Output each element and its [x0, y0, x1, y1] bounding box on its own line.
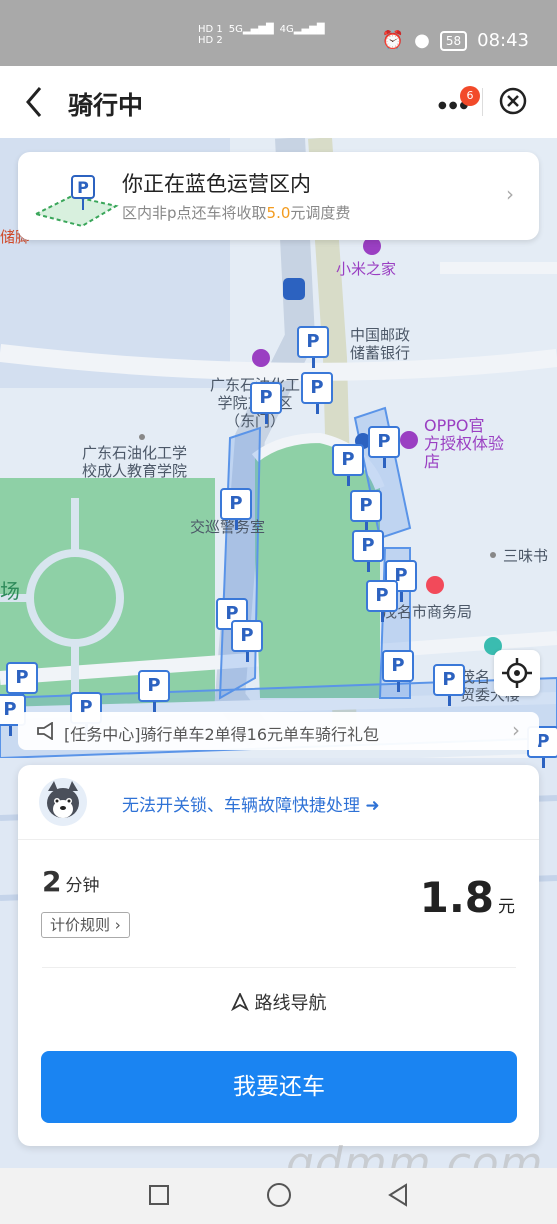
navigation-arrow-icon [230, 991, 249, 1012]
recents-square-icon[interactable] [148, 1184, 170, 1206]
task-center-text: [任务中心]骑行单车2单得16元单车骑行礼包 [64, 725, 380, 744]
zone-title: 你正在蓝色运营区内 [122, 172, 311, 196]
megaphone-icon [37, 722, 53, 740]
parking-marker[interactable]: P [138, 670, 170, 712]
poi-square: 场 [0, 579, 20, 603]
poi-sanwei-books: 三味书 [503, 547, 549, 565]
ride-duration: 2 分钟 [42, 865, 99, 898]
dispatch-fee: 5.0 [266, 204, 291, 222]
home-circle-icon[interactable] [266, 1182, 292, 1208]
ride-panel: 无法开关锁、车辆故障快捷处理 ➜ 2 分钟 计价规则 › 1.8 元 路线导航 我要… [18, 765, 539, 1146]
parking-marker[interactable]: P [6, 662, 38, 704]
page-title: 骑行中 [68, 91, 144, 120]
route-navigation-label: 路线导航 [254, 993, 327, 1014]
system-nav-bar [0, 1168, 557, 1224]
parking-zone-icon: P [33, 175, 119, 228]
poi-xiaomi-home: 小米之家 [336, 260, 397, 278]
chevron-right-icon: › [512, 718, 520, 742]
more-button[interactable]: ●●● 6 [426, 86, 480, 118]
arrow-circle-icon: ➜ [365, 796, 380, 816]
parking-marker[interactable]: P [332, 444, 364, 486]
pricing-rule-button[interactable]: 计价规则 › [41, 912, 130, 938]
ride-price: 1.8 元 [420, 873, 515, 922]
capsule-divider [482, 88, 483, 116]
close-circle-icon [499, 87, 527, 115]
miniprogram-capsule: ●●● 6 [420, 80, 542, 124]
svg-text:P: P [77, 178, 89, 197]
back-button[interactable] [20, 80, 50, 124]
locate-button[interactable] [494, 650, 540, 696]
back-triangle-icon[interactable] [386, 1182, 410, 1208]
duration-value: 2 [42, 865, 62, 898]
poi-oppo-store: OPPO官 方授权体验 店 [424, 416, 505, 471]
poi-adult-education: 广东石油化工学 校成人教育学院 [82, 444, 188, 480]
parking-marker[interactable]: P [433, 664, 465, 706]
alarm-icon: ⏰ [381, 30, 405, 51]
parking-marker[interactable]: P [368, 426, 400, 468]
location-icon: ● [414, 30, 430, 51]
poi-postal-bank: 中国邮政 储蓄银行 [350, 326, 411, 362]
notification-badge: 6 [460, 86, 480, 106]
parking-marker[interactable]: P [250, 382, 282, 424]
zone-fee-notice: 区内非p点还车将收取5.0元调度费 [122, 204, 351, 222]
status-bar: HD 1 HD 2 5G▂▄▆█ 4G▂▄▆█ ⏰ ● 58 08:43 [0, 0, 557, 66]
parking-marker[interactable]: P [301, 372, 333, 414]
clock: 08:43 [477, 30, 529, 51]
duration-unit: 分钟 [65, 876, 100, 896]
divider [42, 967, 516, 968]
nav-bar: 骑行中 ●●● 6 [0, 66, 557, 138]
fault-help-row[interactable]: 无法开关锁、车辆故障快捷处理 ➜ [18, 765, 539, 840]
status-right: ⏰ ● 58 08:43 [382, 30, 529, 51]
price-value: 1.8 [419, 873, 494, 922]
signal-4g-icon: 4G▂▄▆█ [279, 24, 325, 35]
chevron-left-icon [26, 87, 42, 117]
chevron-right-icon: › [506, 182, 514, 206]
close-button[interactable] [498, 86, 528, 116]
signal-indicators: HD 1 HD 2 5G▂▄▆█ 4G▂▄▆█ [198, 24, 325, 46]
parking-marker[interactable]: P [352, 530, 384, 572]
route-navigation-button[interactable]: 路线导航 [18, 989, 539, 1015]
price-unit: 元 [498, 897, 515, 917]
operating-zone-card[interactable]: P 你正在蓝色运营区内 区内非p点还车将收取5.0元调度费 › [18, 152, 539, 240]
parking-marker[interactable]: P [382, 650, 414, 692]
battery-icon: 58 [439, 30, 468, 51]
parking-marker[interactable]: P [366, 580, 398, 622]
return-bike-button[interactable]: 我要还车 [41, 1051, 517, 1123]
crosshair-icon [502, 658, 532, 688]
poi-police-office: 交巡警务室 [190, 518, 266, 536]
signal-5g-icon: 5G▂▄▆█ [228, 24, 274, 35]
parking-marker[interactable]: P [350, 490, 382, 532]
parking-marker[interactable]: P [297, 326, 329, 368]
fault-help-link[interactable]: 无法开关锁、车辆故障快捷处理 ➜ [122, 791, 380, 816]
husky-avatar-icon [39, 778, 87, 826]
sim2-label: HD 2 [198, 35, 223, 46]
parking-marker[interactable]: P [231, 620, 263, 662]
sim1-label: HD 1 [198, 24, 223, 35]
task-center-banner[interactable]: [任务中心]骑行单车2单得16元单车骑行礼包 › [18, 712, 539, 750]
parking-marker[interactable]: P [220, 488, 252, 530]
